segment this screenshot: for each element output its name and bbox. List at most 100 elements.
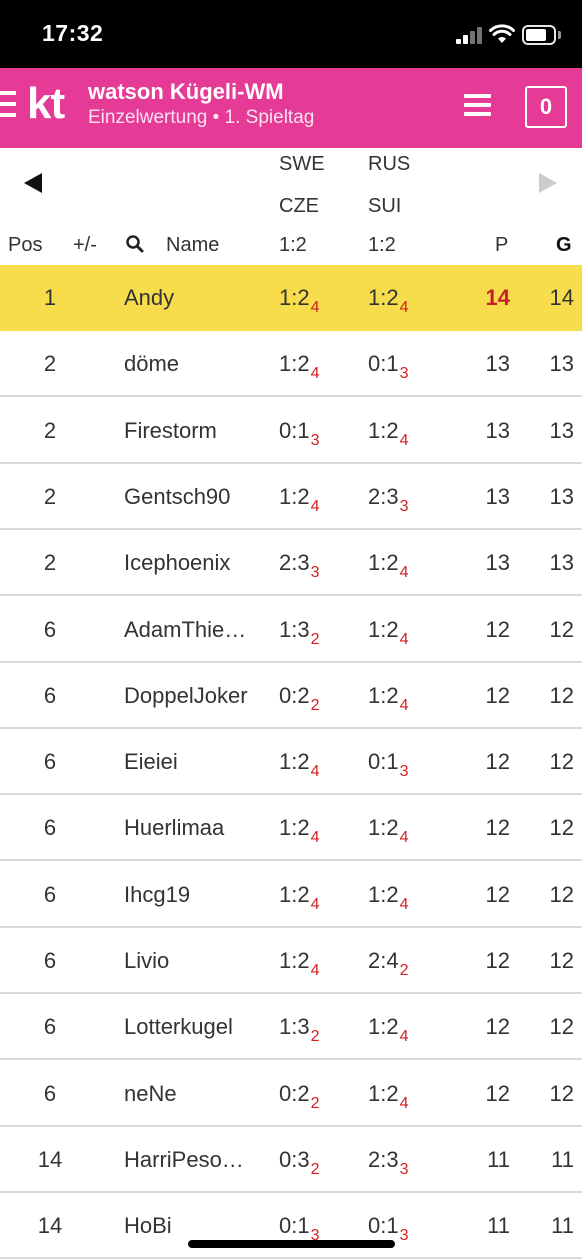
row-g1-tip: 0:13 <box>279 1213 320 1244</box>
row-player-name: döme <box>124 351 180 376</box>
tip-score: 1:2 <box>368 285 399 310</box>
table-row[interactable]: 6 Ihcg19 1:24 1:24 12 12 <box>0 862 582 928</box>
tip-score: 1:2 <box>279 948 310 973</box>
row-total: 12 <box>549 749 574 774</box>
column-header-pos[interactable]: Pos <box>8 233 42 257</box>
search-icon[interactable] <box>125 234 145 254</box>
row-total: 13 <box>549 351 574 376</box>
row-player-name: Icephoenix <box>124 550 231 575</box>
row-points: 11 <box>487 1213 510 1238</box>
app-header: kt watson Kügeli-WM Einzelwertung • 1. S… <box>0 68 582 148</box>
tip-points: 4 <box>399 299 409 316</box>
tip-score: 1:2 <box>368 882 399 907</box>
row-g1-tip: 1:32 <box>279 1014 320 1045</box>
row-points: 12 <box>485 617 510 642</box>
column-header-points[interactable]: P <box>495 233 508 257</box>
table-row[interactable]: 6 DoppelJoker 0:22 1:24 12 12 <box>0 663 582 729</box>
row-player-name: Firestorm <box>124 418 217 443</box>
tip-score: 0:1 <box>279 1213 310 1238</box>
table-row[interactable]: 6 Eieiei 1:24 0:13 12 12 <box>0 729 582 795</box>
row-total: 13 <box>549 550 574 575</box>
row-g2-tip: 1:24 <box>368 418 409 449</box>
table-row[interactable]: 6 Lotterkugel 1:32 1:24 12 12 <box>0 994 582 1060</box>
table-row[interactable]: 2 döme 1:24 0:13 13 13 <box>0 331 582 397</box>
tip-score: 0:3 <box>279 1147 310 1172</box>
home-indicator[interactable] <box>188 1240 395 1248</box>
row-points: 12 <box>485 1014 510 1039</box>
logo[interactable]: kt <box>27 79 65 129</box>
row-points: 13 <box>485 418 510 443</box>
tip-score: 2:3 <box>368 1147 399 1172</box>
row-g2-tip: 2:42 <box>368 948 409 979</box>
table-row[interactable]: 14 HarriPeso… 0:32 2:33 11 11 <box>0 1127 582 1193</box>
table-row[interactable]: 1 Andy 1:24 1:24 14 14 <box>0 265 582 331</box>
tip-score: 1:3 <box>279 1014 310 1039</box>
row-total: 11 <box>551 1213 574 1238</box>
tip-score: 1:2 <box>279 882 310 907</box>
tip-score: 1:2 <box>279 285 310 310</box>
table-row[interactable]: 14 HoBi 0:13 0:13 11 11 <box>0 1193 582 1259</box>
column-header-total[interactable]: G <box>556 233 572 257</box>
row-position: 2 <box>43 418 57 443</box>
table-row[interactable]: 2 Gentsch90 1:24 2:33 13 13 <box>0 464 582 530</box>
tip-points: 4 <box>399 896 409 913</box>
column-header-change[interactable]: +/- <box>73 233 97 257</box>
column-header-name[interactable]: Name <box>166 233 219 257</box>
tip-points: 2 <box>310 631 320 648</box>
tip-points: 3 <box>310 432 320 449</box>
row-player-name: Huerlimaa <box>124 815 225 840</box>
row-player-name: AdamThie… <box>124 617 247 642</box>
tip-score: 2:3 <box>279 550 310 575</box>
table-row[interactable]: 2 Firestorm 0:13 1:24 13 13 <box>0 398 582 464</box>
previous-round-arrow-icon[interactable] <box>24 173 42 193</box>
wifi-icon <box>489 24 515 43</box>
row-total: 13 <box>549 484 574 509</box>
tip-points: 4 <box>310 763 320 780</box>
tip-score: 1:2 <box>279 351 310 376</box>
row-player-name: HoBi <box>124 1213 172 1238</box>
row-position: 6 <box>43 1014 57 1039</box>
row-g1-tip: 1:24 <box>279 484 320 515</box>
menu-icon[interactable] <box>464 94 491 116</box>
row-points: 12 <box>485 815 510 840</box>
row-player-name: Andy <box>124 285 175 310</box>
row-g2-tip: 2:33 <box>368 484 409 515</box>
cellular-signal-icon <box>456 27 484 44</box>
tip-points: 3 <box>399 763 409 780</box>
tip-points: 4 <box>399 1095 409 1112</box>
row-g2-tip: 0:13 <box>368 749 409 780</box>
row-position: 14 <box>37 1213 63 1238</box>
tip-points: 4 <box>399 564 409 581</box>
count-badge-button[interactable]: 0 <box>525 86 567 128</box>
row-total: 12 <box>549 617 574 642</box>
row-g2-tip: 1:24 <box>368 882 409 913</box>
tip-points: 3 <box>310 564 320 581</box>
row-position: 6 <box>43 1081 57 1106</box>
row-g2-tip: 1:24 <box>368 550 409 581</box>
row-g2-tip: 1:24 <box>368 285 409 316</box>
table-header: SWE CZE 1:2 RUS SUI 1:2 Pos +/- Name P G <box>0 148 582 265</box>
tip-points: 3 <box>399 365 409 382</box>
table-row[interactable]: 6 Livio 1:24 2:42 12 12 <box>0 928 582 994</box>
table-row[interactable]: 6 Huerlimaa 1:24 1:24 12 12 <box>0 795 582 861</box>
row-position: 6 <box>43 948 57 973</box>
table-row[interactable]: 6 AdamThie… 1:32 1:24 12 12 <box>0 597 582 663</box>
tip-points: 3 <box>399 1161 409 1178</box>
tip-points: 4 <box>399 631 409 648</box>
next-round-arrow-icon[interactable] <box>539 173 557 193</box>
row-g1-tip: 1:24 <box>279 948 320 979</box>
table-row[interactable]: 6 neNe 0:22 1:24 12 12 <box>0 1061 582 1127</box>
tip-score: 1:2 <box>279 484 310 509</box>
table-row[interactable]: 2 Icephoenix 2:33 1:24 13 13 <box>0 530 582 596</box>
row-g2-tip: 2:33 <box>368 1147 409 1178</box>
game2-result: 1:2 <box>368 234 396 256</box>
game1-team-a: SWE <box>279 153 325 175</box>
tip-points: 4 <box>310 498 320 515</box>
tip-score: 0:1 <box>368 351 399 376</box>
logo-bars-icon <box>0 91 16 117</box>
row-position: 2 <box>43 351 57 376</box>
tip-points: 4 <box>399 432 409 449</box>
tip-score: 1:2 <box>368 617 399 642</box>
row-g1-tip: 0:22 <box>279 683 320 714</box>
tip-points: 2 <box>310 1161 320 1178</box>
